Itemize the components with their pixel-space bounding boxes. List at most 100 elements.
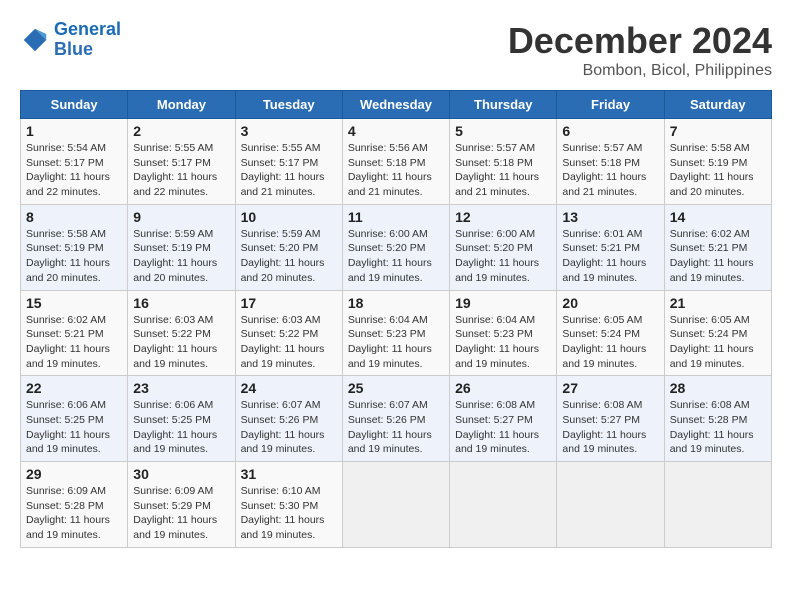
day-number: 4 xyxy=(348,123,444,139)
header-friday: Friday xyxy=(557,91,664,119)
day-number: 16 xyxy=(133,295,229,311)
week-row-5: 29 Sunrise: 6:09 AM Sunset: 5:28 PM Dayl… xyxy=(21,462,772,548)
day-number: 6 xyxy=(562,123,658,139)
calendar-cell: 5 Sunrise: 5:57 AM Sunset: 5:18 PM Dayli… xyxy=(450,119,557,205)
day-number: 29 xyxy=(26,466,122,482)
day-number: 15 xyxy=(26,295,122,311)
day-info: Sunrise: 6:06 AM Sunset: 5:25 PM Dayligh… xyxy=(133,398,229,457)
logo: General Blue xyxy=(20,20,121,60)
week-row-2: 8 Sunrise: 5:58 AM Sunset: 5:19 PM Dayli… xyxy=(21,204,772,290)
calendar-cell: 10 Sunrise: 5:59 AM Sunset: 5:20 PM Dayl… xyxy=(235,204,342,290)
calendar-cell: 17 Sunrise: 6:03 AM Sunset: 5:22 PM Dayl… xyxy=(235,290,342,376)
day-info: Sunrise: 6:05 AM Sunset: 5:24 PM Dayligh… xyxy=(562,313,658,372)
calendar-cell: 26 Sunrise: 6:08 AM Sunset: 5:27 PM Dayl… xyxy=(450,376,557,462)
calendar-cell: 31 Sunrise: 6:10 AM Sunset: 5:30 PM Dayl… xyxy=(235,462,342,548)
calendar-cell: 14 Sunrise: 6:02 AM Sunset: 5:21 PM Dayl… xyxy=(664,204,771,290)
day-number: 13 xyxy=(562,209,658,225)
day-info: Sunrise: 5:58 AM Sunset: 5:19 PM Dayligh… xyxy=(670,141,766,200)
calendar-cell xyxy=(342,462,449,548)
day-number: 22 xyxy=(26,380,122,396)
day-number: 25 xyxy=(348,380,444,396)
day-info: Sunrise: 6:10 AM Sunset: 5:30 PM Dayligh… xyxy=(241,484,337,543)
day-number: 7 xyxy=(670,123,766,139)
day-number: 14 xyxy=(670,209,766,225)
logo-text: General Blue xyxy=(54,20,121,60)
calendar-cell: 12 Sunrise: 6:00 AM Sunset: 5:20 PM Dayl… xyxy=(450,204,557,290)
calendar-cell: 4 Sunrise: 5:56 AM Sunset: 5:18 PM Dayli… xyxy=(342,119,449,205)
day-info: Sunrise: 6:04 AM Sunset: 5:23 PM Dayligh… xyxy=(455,313,551,372)
day-info: Sunrise: 5:59 AM Sunset: 5:19 PM Dayligh… xyxy=(133,227,229,286)
week-row-4: 22 Sunrise: 6:06 AM Sunset: 5:25 PM Dayl… xyxy=(21,376,772,462)
day-info: Sunrise: 6:00 AM Sunset: 5:20 PM Dayligh… xyxy=(348,227,444,286)
day-number: 24 xyxy=(241,380,337,396)
month-title: December 2024 xyxy=(508,20,772,62)
day-info: Sunrise: 5:58 AM Sunset: 5:19 PM Dayligh… xyxy=(26,227,122,286)
day-info: Sunrise: 5:56 AM Sunset: 5:18 PM Dayligh… xyxy=(348,141,444,200)
day-number: 17 xyxy=(241,295,337,311)
day-number: 31 xyxy=(241,466,337,482)
day-info: Sunrise: 5:54 AM Sunset: 5:17 PM Dayligh… xyxy=(26,141,122,200)
day-info: Sunrise: 6:08 AM Sunset: 5:27 PM Dayligh… xyxy=(455,398,551,457)
location-subtitle: Bombon, Bicol, Philippines xyxy=(508,62,772,80)
calendar-cell: 9 Sunrise: 5:59 AM Sunset: 5:19 PM Dayli… xyxy=(128,204,235,290)
day-number: 30 xyxy=(133,466,229,482)
day-number: 21 xyxy=(670,295,766,311)
day-info: Sunrise: 6:01 AM Sunset: 5:21 PM Dayligh… xyxy=(562,227,658,286)
header-row: Sunday Monday Tuesday Wednesday Thursday… xyxy=(21,91,772,119)
header-wednesday: Wednesday xyxy=(342,91,449,119)
day-info: Sunrise: 6:02 AM Sunset: 5:21 PM Dayligh… xyxy=(26,313,122,372)
calendar-cell xyxy=(557,462,664,548)
header-monday: Monday xyxy=(128,91,235,119)
day-info: Sunrise: 6:07 AM Sunset: 5:26 PM Dayligh… xyxy=(241,398,337,457)
day-number: 11 xyxy=(348,209,444,225)
calendar-cell: 22 Sunrise: 6:06 AM Sunset: 5:25 PM Dayl… xyxy=(21,376,128,462)
day-number: 23 xyxy=(133,380,229,396)
calendar-table: Sunday Monday Tuesday Wednesday Thursday… xyxy=(20,90,772,548)
day-number: 5 xyxy=(455,123,551,139)
day-number: 28 xyxy=(670,380,766,396)
day-info: Sunrise: 6:04 AM Sunset: 5:23 PM Dayligh… xyxy=(348,313,444,372)
day-number: 27 xyxy=(562,380,658,396)
day-info: Sunrise: 5:55 AM Sunset: 5:17 PM Dayligh… xyxy=(241,141,337,200)
calendar-cell: 7 Sunrise: 5:58 AM Sunset: 5:19 PM Dayli… xyxy=(664,119,771,205)
day-info: Sunrise: 6:03 AM Sunset: 5:22 PM Dayligh… xyxy=(241,313,337,372)
page-header: General Blue December 2024 Bombon, Bicol… xyxy=(20,20,772,80)
day-info: Sunrise: 6:06 AM Sunset: 5:25 PM Dayligh… xyxy=(26,398,122,457)
day-number: 20 xyxy=(562,295,658,311)
day-number: 26 xyxy=(455,380,551,396)
day-info: Sunrise: 6:09 AM Sunset: 5:28 PM Dayligh… xyxy=(26,484,122,543)
calendar-cell: 3 Sunrise: 5:55 AM Sunset: 5:17 PM Dayli… xyxy=(235,119,342,205)
day-info: Sunrise: 6:08 AM Sunset: 5:27 PM Dayligh… xyxy=(562,398,658,457)
day-info: Sunrise: 6:03 AM Sunset: 5:22 PM Dayligh… xyxy=(133,313,229,372)
calendar-cell: 27 Sunrise: 6:08 AM Sunset: 5:27 PM Dayl… xyxy=(557,376,664,462)
logo-icon xyxy=(20,25,50,55)
header-saturday: Saturday xyxy=(664,91,771,119)
week-row-3: 15 Sunrise: 6:02 AM Sunset: 5:21 PM Dayl… xyxy=(21,290,772,376)
day-info: Sunrise: 6:02 AM Sunset: 5:21 PM Dayligh… xyxy=(670,227,766,286)
calendar-cell: 21 Sunrise: 6:05 AM Sunset: 5:24 PM Dayl… xyxy=(664,290,771,376)
calendar-cell: 18 Sunrise: 6:04 AM Sunset: 5:23 PM Dayl… xyxy=(342,290,449,376)
calendar-cell: 13 Sunrise: 6:01 AM Sunset: 5:21 PM Dayl… xyxy=(557,204,664,290)
calendar-cell: 24 Sunrise: 6:07 AM Sunset: 5:26 PM Dayl… xyxy=(235,376,342,462)
day-number: 3 xyxy=(241,123,337,139)
day-number: 19 xyxy=(455,295,551,311)
calendar-cell: 25 Sunrise: 6:07 AM Sunset: 5:26 PM Dayl… xyxy=(342,376,449,462)
week-row-1: 1 Sunrise: 5:54 AM Sunset: 5:17 PM Dayli… xyxy=(21,119,772,205)
calendar-cell: 29 Sunrise: 6:09 AM Sunset: 5:28 PM Dayl… xyxy=(21,462,128,548)
header-sunday: Sunday xyxy=(21,91,128,119)
day-number: 10 xyxy=(241,209,337,225)
calendar-cell: 1 Sunrise: 5:54 AM Sunset: 5:17 PM Dayli… xyxy=(21,119,128,205)
calendar-cell: 30 Sunrise: 6:09 AM Sunset: 5:29 PM Dayl… xyxy=(128,462,235,548)
header-tuesday: Tuesday xyxy=(235,91,342,119)
day-info: Sunrise: 6:09 AM Sunset: 5:29 PM Dayligh… xyxy=(133,484,229,543)
calendar-cell: 6 Sunrise: 5:57 AM Sunset: 5:18 PM Dayli… xyxy=(557,119,664,205)
day-number: 1 xyxy=(26,123,122,139)
calendar-cell: 16 Sunrise: 6:03 AM Sunset: 5:22 PM Dayl… xyxy=(128,290,235,376)
calendar-cell: 19 Sunrise: 6:04 AM Sunset: 5:23 PM Dayl… xyxy=(450,290,557,376)
calendar-cell: 8 Sunrise: 5:58 AM Sunset: 5:19 PM Dayli… xyxy=(21,204,128,290)
day-info: Sunrise: 5:59 AM Sunset: 5:20 PM Dayligh… xyxy=(241,227,337,286)
day-number: 9 xyxy=(133,209,229,225)
day-number: 2 xyxy=(133,123,229,139)
calendar-cell: 15 Sunrise: 6:02 AM Sunset: 5:21 PM Dayl… xyxy=(21,290,128,376)
title-block: December 2024 Bombon, Bicol, Philippines xyxy=(508,20,772,80)
